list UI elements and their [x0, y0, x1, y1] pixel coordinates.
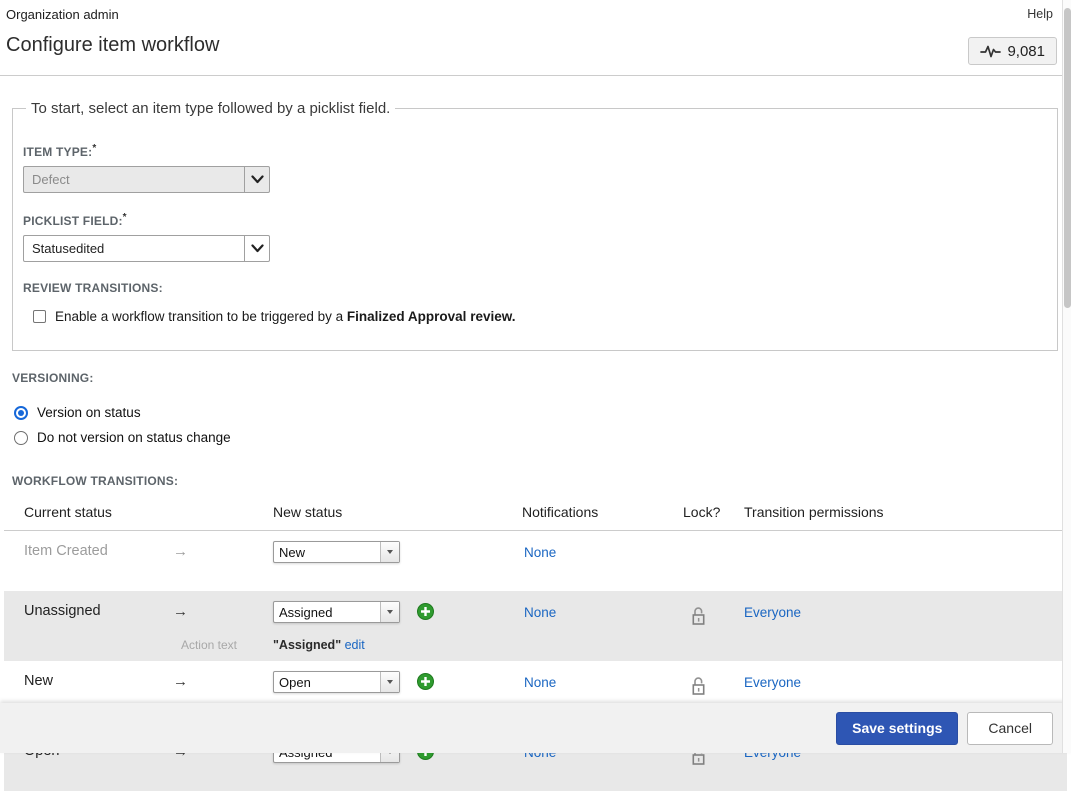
col-current-status: Current status — [24, 504, 173, 520]
transition-row: Unassigned → Assigned None Everyone Acti… — [4, 591, 1067, 661]
item-count-badge[interactable]: 9,081 — [968, 37, 1057, 65]
permissions-link[interactable]: Everyone — [744, 675, 801, 690]
notifications-link[interactable]: None — [524, 545, 556, 560]
page-title: Configure item workflow — [6, 34, 219, 57]
picklist-field-select[interactable]: Statusedited — [23, 235, 270, 262]
action-text-value — [273, 571, 522, 583]
review-transitions-group: REVIEW TRANSITIONS: Enable a workflow tr… — [23, 281, 1047, 324]
item-type-value: Defect — [24, 167, 244, 192]
add-transition-button[interactable] — [417, 603, 434, 620]
footer-bar: Save settings Cancel — [0, 703, 1071, 753]
new-status-value: Assigned — [274, 602, 380, 622]
item-type-select[interactable]: Defect — [23, 166, 270, 193]
current-status-value: New — [24, 671, 173, 701]
review-transitions-option: Enable a workflow transition to be trigg… — [23, 309, 1047, 324]
permissions-link[interactable]: Everyone — [744, 605, 801, 620]
notifications-link[interactable]: None — [524, 605, 556, 620]
edit-action-text-link[interactable]: edit — [345, 638, 365, 652]
unlock-icon[interactable] — [691, 606, 706, 626]
review-transitions-label: REVIEW TRANSITIONS: — [23, 281, 1047, 295]
dropdown-arrow-icon[interactable] — [380, 602, 399, 622]
cancel-button[interactable]: Cancel — [967, 712, 1053, 745]
breadcrumb: Organization admin — [6, 7, 119, 22]
review-transitions-text: Enable a workflow transition to be trigg… — [55, 309, 515, 324]
col-lock: Lock? — [683, 504, 744, 520]
required-asterisk: * — [92, 143, 96, 154]
dropdown-arrow-icon[interactable] — [380, 542, 399, 562]
new-status-select[interactable]: Assigned — [273, 601, 400, 623]
action-text-value: "Assigned" edit — [273, 631, 522, 653]
notifications-cell: None — [522, 601, 683, 631]
action-text-quote: "Assigned" — [273, 638, 345, 652]
notifications-link[interactable]: None — [524, 675, 556, 690]
lock-cell — [683, 671, 744, 701]
col-transition-permissions: Transition permissions — [744, 504, 1067, 520]
col-new-status: New status — [273, 504, 522, 520]
chevron-down-icon — [244, 167, 269, 192]
radio-version-on-status[interactable]: Version on status — [12, 400, 1059, 425]
dropdown-arrow-icon[interactable] — [380, 672, 399, 692]
radio-no-version-on-status-change[interactable]: Do not version on status change — [12, 425, 1059, 450]
item-type-label: ITEM TYPE:* — [23, 143, 1047, 159]
save-settings-button[interactable]: Save settings — [836, 712, 958, 745]
arrow-right-icon: → — [173, 601, 273, 631]
action-text-label — [173, 771, 273, 783]
chevron-down-icon — [244, 236, 269, 261]
col-notifications: Notifications — [522, 504, 683, 520]
current-status-value: Item Created — [24, 541, 173, 571]
new-status-select[interactable]: New — [273, 541, 400, 563]
transition-row: Item Created → New None — [4, 531, 1067, 591]
current-status-value: Unassigned — [24, 601, 173, 631]
lock-cell — [683, 541, 744, 571]
transitions-table-header: Current status New status Notifications … — [4, 488, 1067, 531]
item-count-value: 9,081 — [1007, 43, 1045, 60]
action-text-label: Action text — [173, 631, 273, 653]
help-link[interactable]: Help — [1027, 7, 1053, 21]
arrow-right-icon: → — [173, 541, 273, 571]
fieldset-legend: To start, select an item type followed b… — [26, 100, 395, 117]
versioning-section: VERSIONING: Version on status Do not ver… — [12, 371, 1059, 450]
new-status-value: New — [274, 542, 380, 562]
item-type-fieldset: To start, select an item type followed b… — [12, 100, 1058, 351]
radio-icon[interactable] — [14, 431, 28, 445]
arrow-right-icon: → — [173, 671, 273, 701]
permissions-cell: Everyone — [744, 671, 1067, 701]
unlock-icon[interactable] — [691, 676, 706, 696]
page-header: Organization admin Help Configure item w… — [0, 0, 1071, 76]
pulse-icon — [980, 43, 1001, 59]
required-asterisk: * — [123, 212, 127, 223]
new-status-select[interactable]: Open — [273, 671, 400, 693]
picklist-field-label: PICKLIST FIELD:* — [23, 212, 1047, 228]
action-text-label — [173, 571, 273, 583]
new-status-value: Open — [274, 672, 380, 692]
review-transitions-checkbox[interactable] — [33, 310, 46, 323]
picklist-field-value: Statusedited — [24, 236, 244, 261]
versioning-label: VERSIONING: — [12, 371, 1059, 385]
new-status-cell: New — [273, 541, 522, 571]
versioning-options: Version on status Do not version on stat… — [12, 400, 1059, 450]
workflow-transitions-label: WORKFLOW TRANSITIONS: — [12, 474, 1059, 488]
permissions-cell: Everyone — [744, 601, 1067, 631]
add-transition-button[interactable] — [417, 673, 434, 690]
item-type-group: ITEM TYPE:* Defect — [23, 143, 1047, 193]
picklist-field-group: PICKLIST FIELD:* Statusedited — [23, 212, 1047, 262]
scrollbar-thumb[interactable] — [1064, 8, 1071, 308]
lock-cell — [683, 601, 744, 631]
notifications-cell: None — [522, 541, 683, 571]
permissions-cell — [744, 541, 1067, 571]
radio-icon[interactable] — [14, 406, 28, 420]
new-status-cell: Assigned — [273, 601, 522, 631]
vertical-scrollbar[interactable] — [1062, 0, 1071, 753]
action-text-value — [273, 771, 522, 783]
notifications-cell: None — [522, 671, 683, 701]
new-status-cell: Open — [273, 671, 522, 701]
